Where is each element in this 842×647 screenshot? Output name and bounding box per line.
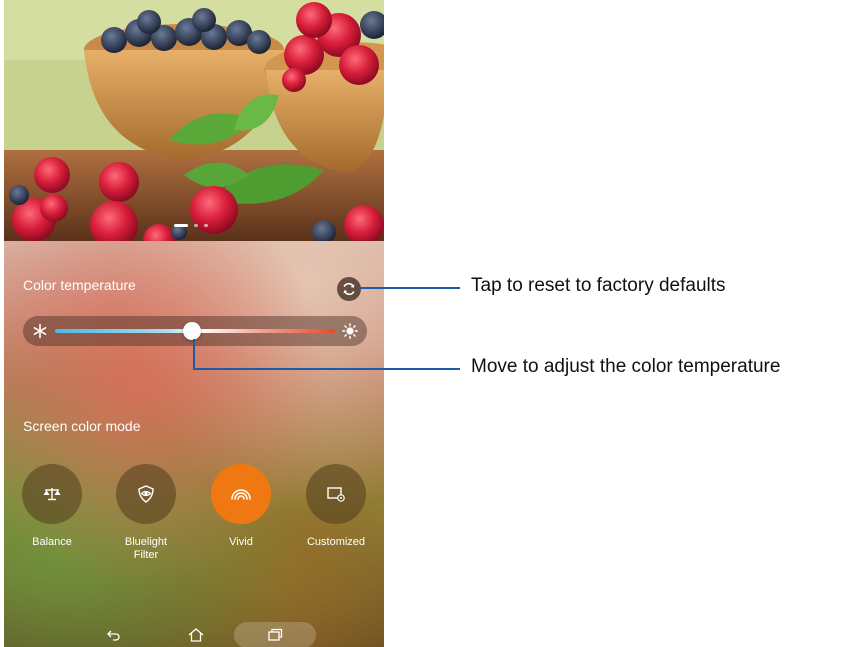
back-icon [107,630,120,641]
screen-settings-icon [327,487,345,502]
recent-apps-button[interactable] [265,625,285,645]
mode-bluelight-filter[interactable]: Bluelight Filter [114,464,178,562]
refresh-icon [343,282,355,296]
balance-scale-icon [43,488,61,501]
reset-callout-text: Tap to reset to factory defaults [471,275,726,296]
page-indicator [174,224,208,227]
back-button[interactable] [104,625,124,645]
mode-balance-circle[interactable] [22,464,82,524]
slider-callout-line [193,368,460,370]
mode-balance-label: Balance [32,536,72,548]
page-indicator-dot [194,224,198,227]
home-icon [188,628,204,642]
mode-customized[interactable]: Customized [304,464,368,549]
splendid-settings-panel: Color temperature Screen color mode Bala… [4,241,384,647]
mode-customized-circle[interactable] [306,464,366,524]
phone-screen: Color temperature Screen color mode Bala… [4,0,384,647]
color-temperature-label: Color temperature [23,277,136,293]
reset-callout-line [360,287,460,289]
slider-callout-vertical [193,339,195,369]
mode-bluelight-filter-label: Bluelight Filter [114,536,178,562]
color-temperature-slider[interactable] [23,316,367,346]
mode-bluelight-filter-text: Bluelight Filter [124,536,168,561]
snowflake-icon [33,323,47,339]
mode-vivid[interactable]: Vivid [209,464,273,549]
reset-defaults-button[interactable] [337,277,361,301]
slider-thumb[interactable] [183,322,202,340]
mode-customized-label: Customized [306,536,366,548]
mode-bluelight-filter-circle[interactable] [116,464,176,524]
mode-balance[interactable]: Balance [20,464,84,549]
mode-vivid-label: Vivid [229,536,253,548]
mode-vivid-circle[interactable] [211,464,271,524]
home-button[interactable] [186,625,206,645]
page-indicator-active [174,224,188,227]
slider-callout-text: Move to adjust the color temperature [471,356,781,377]
navigation-bar [4,621,384,647]
page-indicator-dot [204,224,208,227]
eye-shield-icon [138,485,154,503]
screen-color-mode-label: Screen color mode [23,418,141,434]
recent-apps-icon [268,628,283,641]
wallpaper-preview [4,0,384,241]
sun-icon [342,323,358,339]
rainbow-icon [231,489,251,500]
